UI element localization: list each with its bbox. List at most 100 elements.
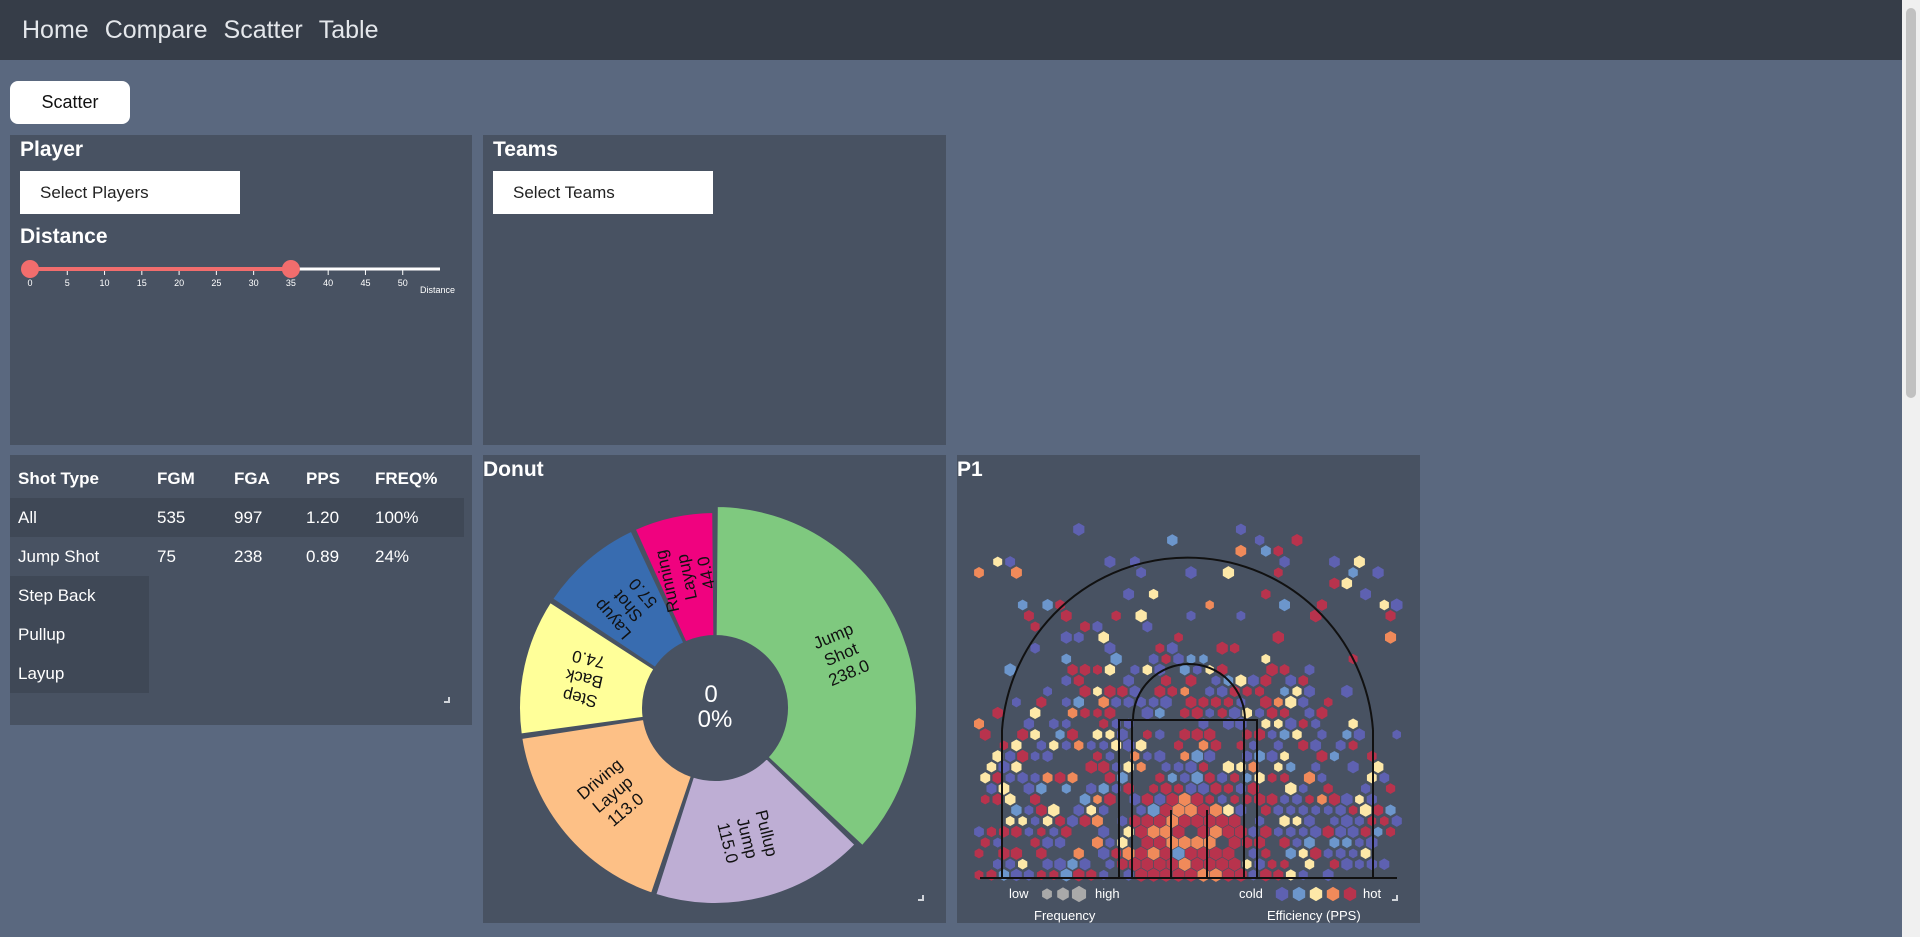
- shot-hex: [1041, 835, 1054, 850]
- shot-hex: [1209, 781, 1222, 796]
- shot-hex: [1004, 857, 1016, 871]
- shot-hex: [1285, 846, 1297, 861]
- shot-hex: [1378, 857, 1390, 871]
- slider-axis-label: Distance: [420, 285, 455, 295]
- shot-hex: [1259, 824, 1273, 840]
- shot-hex: [998, 781, 1010, 796]
- shot-hex: [1298, 717, 1309, 730]
- shot-hex: [1384, 609, 1397, 623]
- shot-hex: [1010, 565, 1023, 580]
- shot-hex: [1110, 695, 1122, 709]
- shot-hex: [1004, 792, 1017, 807]
- shot-hex: [1328, 836, 1340, 849]
- shot-hex: [1329, 815, 1340, 827]
- resize-handle[interactable]: [1392, 895, 1398, 901]
- shot-hex: [1273, 826, 1284, 838]
- distance-slider[interactable]: 0 5 10 15 20 25 30 35 40 45 50 Distance: [20, 255, 460, 295]
- table-row: Jump Shot 75 238 0.89 24%: [10, 537, 464, 576]
- shot-hex: [1297, 674, 1309, 687]
- shot-hex: [1073, 674, 1085, 688]
- shot-hex: [1128, 792, 1141, 807]
- shot-hex: [1016, 727, 1029, 742]
- shot-hex: [1253, 792, 1266, 807]
- shot-hex: [1391, 814, 1403, 828]
- shot-hex: [1253, 727, 1266, 742]
- resize-handle[interactable]: [444, 697, 450, 703]
- shot-hex: [1354, 815, 1365, 827]
- shot-hex: [1284, 673, 1297, 688]
- table-cell: [149, 576, 226, 615]
- shot-hex: [1316, 598, 1328, 612]
- efficiency-legend-hexes: [1275, 886, 1357, 902]
- shot-hex: [1260, 803, 1272, 817]
- shot-hex: [1178, 727, 1191, 742]
- shot-hex: [1098, 739, 1109, 752]
- shot-hex: [1297, 695, 1309, 709]
- shot-hex: [1297, 738, 1309, 752]
- shot-hex: [1047, 802, 1061, 818]
- nav-compare[interactable]: Compare: [105, 16, 208, 45]
- shot-hex: [1204, 599, 1215, 611]
- shot-hex: [1197, 695, 1209, 709]
- shot-hex: [1253, 835, 1266, 850]
- select-players-dropdown[interactable]: Select Players: [20, 171, 240, 214]
- shot-hex: [1203, 727, 1216, 742]
- shot-hex: [1060, 825, 1073, 839]
- shot-hex: [1079, 814, 1091, 828]
- shot-hex: [1298, 847, 1309, 860]
- shot-hex: [1254, 707, 1265, 719]
- shot-hex: [974, 847, 984, 860]
- shot-hex: [1029, 792, 1041, 806]
- shot-hex: [1186, 653, 1196, 665]
- slider-tick-label: 5: [65, 278, 70, 288]
- shot-hex: [1329, 858, 1340, 871]
- shot-hex: [1329, 750, 1340, 763]
- shot-hex: [1223, 696, 1234, 709]
- shot-hex: [1273, 718, 1284, 730]
- shot-hex: [1160, 653, 1172, 665]
- shot-hex: [1097, 846, 1110, 861]
- slider-handle-low[interactable]: [21, 260, 39, 278]
- shot-hex: [1160, 674, 1172, 688]
- shot-hex: [1154, 642, 1165, 655]
- distance-title: Distance: [20, 225, 108, 248]
- shot-hex: [1103, 641, 1116, 656]
- nav-scatter[interactable]: Scatter: [224, 16, 303, 45]
- shot-hex: [1379, 815, 1390, 827]
- shot-hex: [973, 566, 985, 579]
- shot-hex: [1153, 749, 1166, 764]
- shot-hex: [1098, 804, 1109, 817]
- shot-hex: [1204, 685, 1215, 698]
- shot-hex: [1086, 739, 1097, 752]
- scrollbar-thumb[interactable]: [1906, 8, 1916, 398]
- nav-home[interactable]: Home: [22, 16, 89, 45]
- shot-hex: [1278, 555, 1291, 569]
- shot-hex: [1054, 770, 1066, 785]
- shot-hex: [1029, 728, 1041, 741]
- shot-hex: [1141, 792, 1154, 807]
- table-cell: 75: [157, 546, 176, 566]
- slider-tick-label: 0: [27, 278, 32, 288]
- table-cell: All: [10, 498, 149, 537]
- resize-handle[interactable]: [918, 895, 924, 901]
- scatter-button[interactable]: Scatter: [10, 81, 130, 124]
- page-scrollbar[interactable]: [1902, 0, 1920, 937]
- select-teams-dropdown[interactable]: Select Teams: [493, 171, 713, 214]
- shot-hex: [1184, 565, 1198, 580]
- slider-handle-high[interactable]: [281, 260, 300, 278]
- nav-table[interactable]: Table: [319, 16, 379, 45]
- shot-hex: [1010, 868, 1023, 882]
- table-cell: [298, 615, 367, 654]
- table-cell: [298, 576, 367, 615]
- shot-hex: [992, 836, 1003, 849]
- shot-hex: [1004, 749, 1016, 763]
- shot-hex: [1347, 717, 1359, 730]
- shot-hex: [1167, 771, 1178, 784]
- shot-hex: [1061, 696, 1072, 708]
- shot-hex: [1228, 705, 1241, 721]
- shot-hex: [1310, 804, 1321, 816]
- shot-hex: [1010, 803, 1023, 817]
- shot-hex: [1103, 706, 1116, 720]
- shot-hex: [1216, 684, 1228, 699]
- shot-hex: [1341, 728, 1352, 741]
